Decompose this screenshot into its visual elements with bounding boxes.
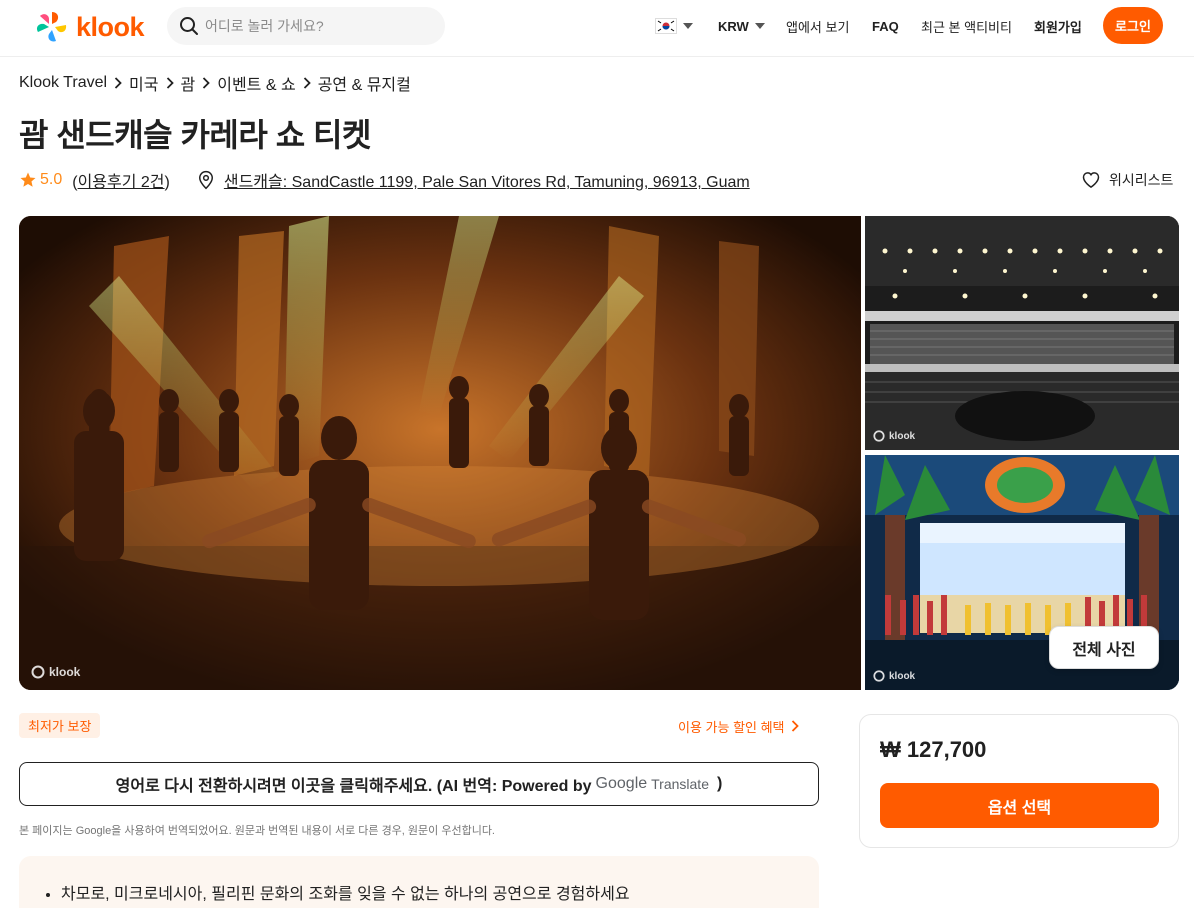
klook-watermark-icon <box>873 670 885 682</box>
booking-card: ₩ 127,700 옵션 선택 <box>859 714 1179 848</box>
klook-watermark-label: klook <box>889 430 916 442</box>
activity-meta-row: 5.0 (이용후기 2건) 샌드캐슬: SandCastle 1199, Pal… <box>19 168 750 192</box>
breadcrumb-item-klook-travel[interactable]: Klook Travel <box>19 74 107 92</box>
klook-watermark: klook <box>31 665 80 679</box>
google-logo-text: Google <box>595 775 648 792</box>
recently-viewed-label: 최근 본 액티비티 <box>921 19 1012 35</box>
close-paren: ) <box>716 775 723 792</box>
chevron-right-icon <box>791 720 799 732</box>
klook-logo-icon <box>34 10 70 44</box>
highlights-section: 차모로, 미크로네시아, 필리핀 문화의 조화를 잊을 수 없는 하나의 공연으… <box>19 856 819 908</box>
breadcrumb: Klook Travel 미국 괌 이벤트 & 쇼 공연 & 뮤지컬 <box>19 72 411 94</box>
reviews-close-paren: ) <box>164 174 170 191</box>
breadcrumb-item-usa[interactable]: 미국 <box>129 71 158 95</box>
wishlist-label: 위시리스트 <box>1109 172 1174 188</box>
available-deals-link[interactable]: 이용 가능 할인 혜택 <box>678 714 799 738</box>
price: ₩ 127,700 <box>880 737 987 762</box>
app-download-label: 앱에서 보기 <box>786 19 850 35</box>
signup-label: 회원가입 <box>1034 19 1082 35</box>
chevron-right-icon <box>202 77 211 89</box>
photo-theater-seats[interactable]: klook <box>865 216 1179 450</box>
reviews-count: 이용후기 2건 <box>77 174 165 191</box>
rating-value: 5.0 <box>40 171 63 188</box>
location-pin-icon <box>198 170 213 190</box>
faq-label: FAQ <box>872 18 899 34</box>
chevron-right-icon <box>303 77 311 89</box>
language-selector[interactable] <box>655 0 693 52</box>
klook-watermark: klook <box>873 670 915 682</box>
breadcrumb-item-events-shows[interactable]: 이벤트 & 쇼 <box>217 71 295 95</box>
chevron-down-icon <box>754 23 765 29</box>
chevron-right-icon <box>114 77 122 89</box>
recently-viewed-link[interactable]: 최근 본 액티비티 <box>921 0 1012 52</box>
switch-to-english-button[interactable]: 영어로 다시 전환하시려면 이곳을 클릭해주세요. (AI 번역: Powere… <box>19 762 819 806</box>
klook-watermark-icon <box>873 430 885 442</box>
view-all-photos-button[interactable]: 전체 사진 <box>1049 626 1159 669</box>
currency-selector[interactable]: KRW <box>718 0 765 52</box>
klook-watermark-icon <box>31 665 45 679</box>
breadcrumb-item-performances[interactable]: 공연 & 뮤지컬 <box>318 71 411 95</box>
app-download-link[interactable]: 앱에서 보기 <box>786 0 849 52</box>
signup-link[interactable]: 회원가입 <box>1034 0 1082 52</box>
klook-wordmark: klook <box>76 11 145 42</box>
faq-link[interactable]: FAQ <box>872 0 899 52</box>
klook-watermark-label: klook <box>49 665 81 679</box>
highlights-list: 차모로, 미크로네시아, 필리핀 문화의 조화를 잊을 수 없는 하나의 공연으… <box>61 880 630 904</box>
star-icon <box>20 172 36 187</box>
korea-flag-icon <box>655 18 677 34</box>
currency-label: KRW <box>718 18 749 34</box>
wishlist-button[interactable]: 위시리스트 <box>1081 168 1173 192</box>
klook-logo[interactable]: klook <box>34 10 145 44</box>
location-link[interactable]: 샌드캐슬: SandCastle 1199, Pale San Vitores … <box>224 168 750 192</box>
translation-disclaimer: 본 페이지는 Google을 사용하여 번역되었어요. 원문과 번역된 내용이 … <box>19 825 495 837</box>
klook-watermark: klook <box>873 430 915 442</box>
search-box[interactable] <box>167 7 445 45</box>
switch-to-english-label: 영어로 다시 전환하시려면 이곳을 클릭해주세요. (AI 번역: Powere… <box>115 778 592 795</box>
chevron-right-icon <box>166 77 174 89</box>
top-header: klook KRW 앱에서 보기 FAQ 최근 본 액티비 <box>0 0 1194 57</box>
location: 샌드캐슬: SandCastle 1199, Pale San Vitores … <box>196 168 750 192</box>
best-price-badge: 최저가 보장 <box>19 713 101 738</box>
available-deals-label: 이용 가능 할인 혜택 <box>678 719 785 735</box>
main-photo-dancers[interactable]: klook <box>19 216 861 690</box>
dancers-stage-image <box>19 216 861 690</box>
login-button[interactable]: 로그인 <box>1103 7 1163 44</box>
translate-word: Translate <box>651 776 709 792</box>
highlight-item: 차모로, 미크로네시아, 필리핀 문화의 조화를 잊을 수 없는 하나의 공연으… <box>61 880 630 904</box>
page-title: 괌 샌드캐슬 카레라 쇼 티켓 <box>19 117 371 153</box>
reviews-link[interactable]: (이용후기 2건) <box>72 168 170 192</box>
klook-watermark-label: klook <box>889 670 916 682</box>
search-icon <box>180 17 198 35</box>
search-input[interactable] <box>205 18 425 34</box>
theater-seats-image <box>865 216 1179 450</box>
chevron-down-icon <box>683 23 693 29</box>
breadcrumb-item-guam[interactable]: 괌 <box>181 71 196 95</box>
select-option-button[interactable]: 옵션 선택 <box>880 783 1159 828</box>
best-price-label: 최저가 보장 <box>28 719 92 734</box>
heart-icon <box>1082 172 1100 188</box>
